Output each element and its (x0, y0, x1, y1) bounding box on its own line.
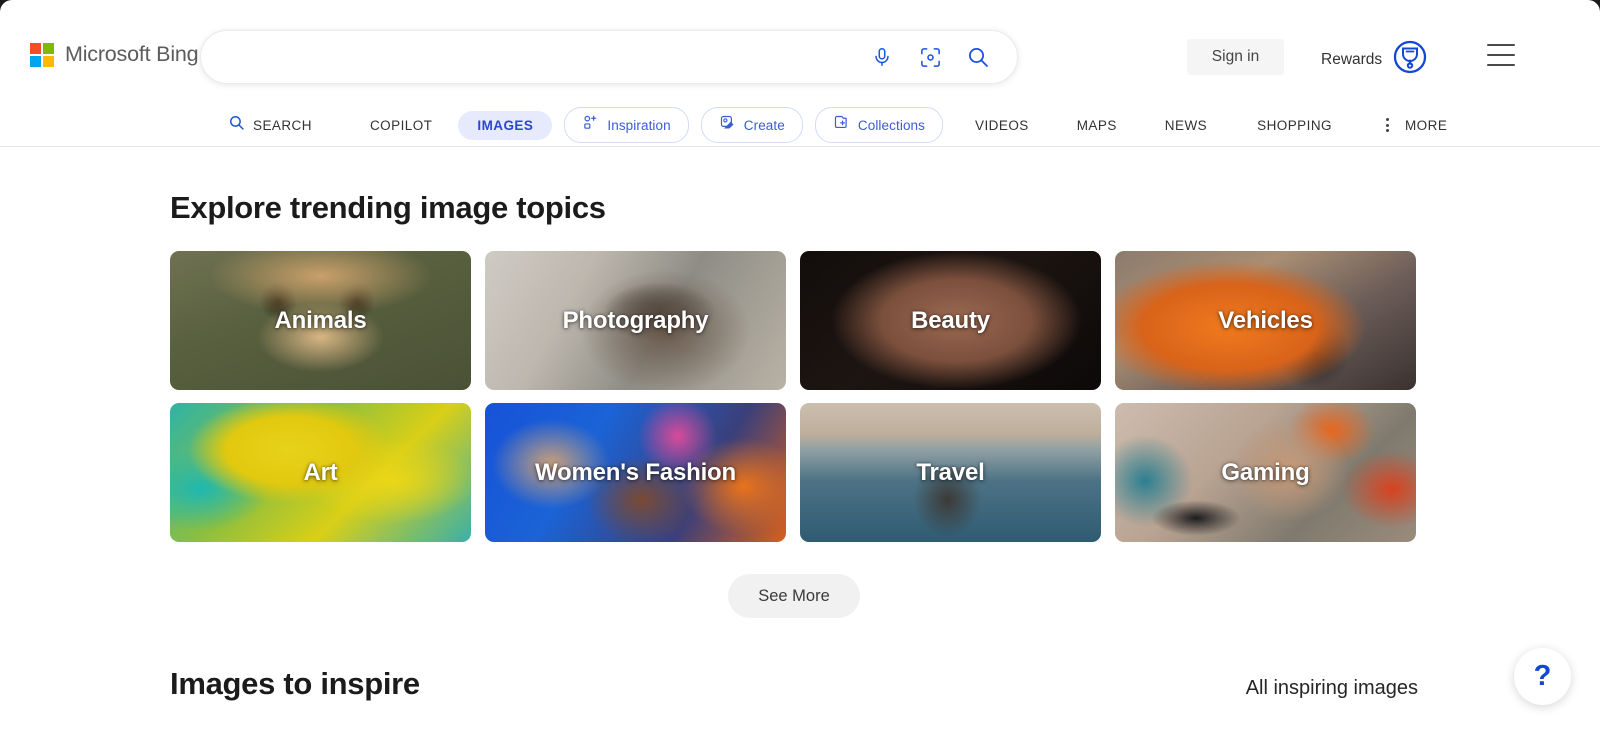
all-inspiring-images-link[interactable]: All inspiring images (1246, 677, 1418, 700)
topic-label: Gaming (1221, 458, 1310, 486)
nav-label: Inspiration (607, 117, 671, 133)
nav-label: IMAGES (477, 117, 534, 133)
nav-label: SEARCH (253, 117, 312, 133)
nav-label: COPILOT (369, 117, 433, 133)
inspiration-icon (582, 114, 599, 136)
topic-card-gaming[interactable]: Gaming (1115, 403, 1416, 542)
more-dots-icon (1385, 118, 1389, 132)
topic-label: Vehicles (1218, 306, 1313, 334)
see-more-button[interactable]: See More (728, 574, 860, 618)
topic-card-vehicles[interactable]: Vehicles (1115, 251, 1416, 390)
topic-label: Beauty (911, 306, 990, 334)
images-to-inspire-header: Images to inspire All inspiring images (170, 666, 1418, 702)
microphone-icon[interactable] (869, 44, 895, 70)
topic-card-beauty[interactable]: Beauty (800, 251, 1101, 390)
visual-search-icon[interactable] (917, 44, 943, 70)
search-box[interactable] (200, 30, 1018, 84)
nav-item-copilot[interactable]: COPILOT (332, 118, 458, 133)
page-title: Explore trending image topics (170, 190, 606, 225)
topic-label: Art (303, 458, 338, 486)
see-more-container: See More (170, 574, 1418, 618)
nav-item-collections[interactable]: Collections (814, 107, 944, 143)
topic-card-womens-fashion[interactable]: Women's Fashion (485, 403, 786, 542)
bing-logo-link[interactable]: Microsoft Bing (30, 42, 199, 67)
search-icon[interactable] (965, 44, 991, 70)
inspire-section-title: Images to inspire (170, 666, 420, 701)
nav-item-search[interactable]: SEARCH (228, 114, 332, 136)
main-content: Explore trending image topics Animals Ph… (0, 190, 1600, 702)
topic-label: Photography (562, 306, 709, 334)
header-top-row: Microsoft Bing Sign in Rewards (0, 0, 1600, 104)
nav-label: MORE (1404, 117, 1448, 133)
topic-label: Women's Fashion (535, 458, 736, 486)
collections-icon (833, 114, 850, 136)
nav-label: Collections (857, 117, 926, 133)
trending-topics-grid: Animals Photography Beauty Vehicles Art (170, 251, 1418, 542)
nav-label: SHOPPING (1257, 117, 1332, 133)
microsoft-logo (30, 42, 54, 67)
nav-item-news[interactable]: NEWS (1141, 118, 1231, 133)
topic-card-travel[interactable]: Travel (800, 403, 1101, 542)
question-mark-icon: ? (1533, 660, 1552, 692)
primary-nav: SEARCH COPILOT IMAGES Inspiration Create… (0, 104, 1600, 146)
search-action-icons (869, 44, 1017, 70)
search-input[interactable] (201, 31, 869, 83)
topic-card-art[interactable]: Art (170, 403, 471, 542)
rewards-button[interactable]: Rewards (1321, 40, 1427, 79)
nav-item-inspiration[interactable]: Inspiration (564, 107, 689, 143)
topic-card-photography[interactable]: Photography (485, 251, 786, 390)
search-icon (228, 114, 245, 136)
nav-item-images[interactable]: IMAGES (458, 110, 553, 140)
bing-images-page: Microsoft Bing Sign in Rewards SEARCH CO… (0, 0, 1600, 733)
nav-item-maps[interactable]: MAPS (1053, 118, 1141, 133)
topic-label: Travel (916, 458, 985, 486)
help-button[interactable]: ? (1514, 648, 1571, 705)
nav-item-shopping[interactable]: SHOPPING (1231, 118, 1358, 133)
topic-card-animals[interactable]: Animals (170, 251, 471, 390)
nav-item-more[interactable]: MORE (1358, 118, 1467, 133)
rewards-medal-icon[interactable] (1393, 40, 1427, 79)
sign-in-button[interactable]: Sign in (1187, 39, 1284, 75)
brand-name: Microsoft Bing (65, 42, 199, 66)
nav-label: NEWS (1164, 117, 1208, 133)
nav-label: Create (743, 117, 785, 133)
nav-item-videos[interactable]: VIDEOS (949, 118, 1053, 133)
topic-label: Animals (274, 306, 367, 334)
create-icon (719, 114, 736, 136)
page-header: Microsoft Bing Sign in Rewards SEARCH CO… (0, 0, 1600, 147)
nav-item-create[interactable]: Create (700, 107, 803, 143)
rewards-label: Rewards (1321, 50, 1383, 68)
hamburger-menu-icon[interactable] (1487, 44, 1515, 66)
nav-label: MAPS (1076, 117, 1117, 133)
nav-label: VIDEOS (975, 117, 1029, 133)
